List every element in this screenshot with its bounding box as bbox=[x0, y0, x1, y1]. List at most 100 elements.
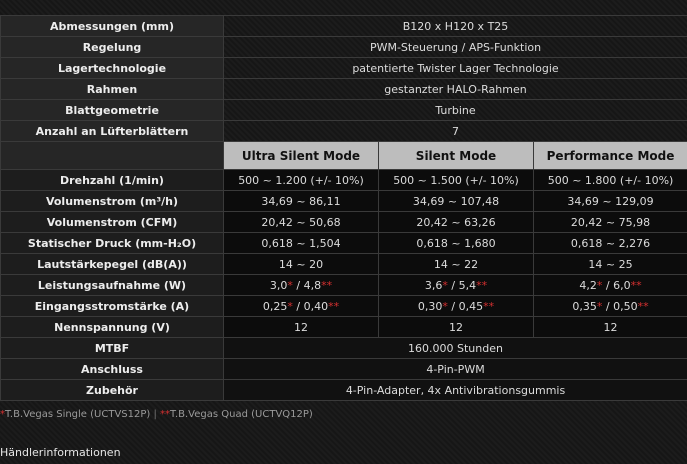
cell-silent: 0,30* / 0,45** bbox=[378, 295, 534, 317]
row-label: Eingangsstromstärke (A) bbox=[0, 295, 224, 317]
spec-row: Volumenstrom (m³/h) 34,69 ~ 86,11 34,69 … bbox=[0, 190, 687, 212]
value-quad: 0,45 bbox=[458, 299, 484, 313]
spec-row: Drehzahl (1/min) 500 ~ 1.200 (+/- 10%) 5… bbox=[0, 169, 687, 191]
row-label: Regelung bbox=[0, 36, 224, 58]
row-label: Lagertechnologie bbox=[0, 57, 224, 79]
mode-header-ultra-silent: Ultra Silent Mode bbox=[223, 141, 379, 170]
row-label: Leistungsaufnahme (W) bbox=[0, 274, 224, 296]
row-label: Lautstärkepegel (dB(A)) bbox=[0, 253, 224, 275]
spec-row: Regelung PWM-Steuerung / APS-Funktion bbox=[0, 36, 687, 58]
row-label: Volumenstrom (CFM) bbox=[0, 211, 224, 233]
double-mark: ** bbox=[637, 299, 649, 313]
row-label: Rahmen bbox=[0, 78, 224, 100]
spec-row: Anzahl an Lüfterblättern 7 bbox=[0, 120, 687, 142]
spec-row: MTBF 160.000 Stunden bbox=[0, 337, 687, 359]
spec-row: Blattgeometrie Turbine bbox=[0, 99, 687, 121]
cell-ultra-silent: 14 ~ 20 bbox=[223, 253, 379, 275]
cell-performance: 20,42 ~ 75,98 bbox=[532, 211, 687, 233]
row-label: Drehzahl (1/min) bbox=[0, 169, 224, 191]
cell-silent: 14 ~ 22 bbox=[378, 253, 534, 275]
row-label: Volumenstrom (m³/h) bbox=[0, 190, 224, 212]
cell-performance: 0,35* / 0,50** bbox=[532, 295, 687, 317]
double-mark: ** bbox=[328, 299, 340, 313]
double-mark: ** bbox=[630, 278, 642, 292]
double-mark: ** bbox=[321, 278, 333, 292]
dealer-info-heading[interactable]: Händlerinformationen bbox=[0, 446, 121, 459]
row-value: 7 bbox=[222, 120, 687, 142]
cell-ultra-silent: 34,69 ~ 86,11 bbox=[223, 190, 379, 212]
cell-ultra-silent: 3,0* / 4,8** bbox=[223, 274, 379, 296]
separator: / bbox=[447, 278, 459, 292]
header-blank-cell bbox=[0, 141, 224, 170]
cell-silent: 12 bbox=[378, 316, 534, 338]
cell-silent: 0,618 ~ 1,680 bbox=[378, 232, 534, 254]
footnote-quad: T.B.Vegas Quad (UCTVQ12P) bbox=[170, 409, 313, 420]
cell-ultra-silent: 20,42 ~ 50,68 bbox=[223, 211, 379, 233]
value-single: 0,30 bbox=[417, 299, 443, 313]
cell-silent: 3,6* / 5,4** bbox=[378, 274, 534, 296]
row-label: Blattgeometrie bbox=[0, 99, 224, 121]
row-label: Nennspannung (V) bbox=[0, 316, 224, 338]
spec-row: Nennspannung (V) 12 12 12 bbox=[0, 316, 687, 338]
value-quad: 0,40 bbox=[303, 299, 329, 313]
value-quad: 0,50 bbox=[613, 299, 638, 313]
value-single: 3,0 bbox=[269, 278, 288, 292]
value-quad: 4,8 bbox=[303, 278, 322, 292]
separator: / bbox=[292, 299, 304, 313]
cell-performance: 14 ~ 25 bbox=[532, 253, 687, 275]
row-label: Anschluss bbox=[0, 358, 224, 380]
row-label: Abmessungen (mm) bbox=[0, 15, 224, 37]
cell-silent: 20,42 ~ 63,26 bbox=[378, 211, 534, 233]
row-value: 4-Pin-Adapter, 4x Antivibrationsgummis bbox=[222, 379, 687, 401]
spec-row: Volumenstrom (CFM) 20,42 ~ 50,68 20,42 ~… bbox=[0, 211, 687, 233]
footnote-divider: | bbox=[150, 409, 161, 420]
row-value: Turbine bbox=[222, 99, 687, 121]
spec-row: Rahmen gestanzter HALO-Rahmen bbox=[0, 78, 687, 100]
spec-row: Lagertechnologie patentierte Twister Lag… bbox=[0, 57, 687, 79]
value-single: 4,2 bbox=[579, 278, 597, 292]
cell-performance: 12 bbox=[532, 316, 687, 338]
double-mark: ** bbox=[160, 409, 171, 420]
cell-ultra-silent: 12 bbox=[223, 316, 379, 338]
cell-ultra-silent: 500 ~ 1.200 (+/- 10%) bbox=[223, 169, 379, 191]
cell-silent: 500 ~ 1.500 (+/- 10%) bbox=[378, 169, 534, 191]
separator: / bbox=[447, 299, 459, 313]
value-quad: 5,4 bbox=[458, 278, 477, 292]
double-mark: ** bbox=[476, 278, 488, 292]
mode-header-performance: Performance Mode bbox=[532, 141, 687, 170]
cell-performance: 500 ~ 1.800 (+/- 10%) bbox=[532, 169, 687, 191]
row-label: Statischer Druck (mm-H₂O) bbox=[0, 232, 224, 254]
row-value: gestanzter HALO-Rahmen bbox=[222, 78, 687, 100]
mode-header-silent: Silent Mode bbox=[378, 141, 534, 170]
spec-table: Abmessungen (mm) B120 x H120 x T25 Regel… bbox=[0, 15, 687, 401]
spec-row: Abmessungen (mm) B120 x H120 x T25 bbox=[0, 15, 687, 37]
cell-performance: 4,2* / 6,0** bbox=[532, 274, 687, 296]
row-label: MTBF bbox=[0, 337, 224, 359]
footnote-single: T.B.Vegas Single (UCTVS12P) bbox=[5, 409, 151, 420]
spec-row: Leistungsaufnahme (W) 3,0* / 4,8** 3,6* … bbox=[0, 274, 687, 296]
spec-row: Eingangsstromstärke (A) 0,25* / 0,40** 0… bbox=[0, 295, 687, 317]
cell-ultra-silent: 0,618 ~ 1,504 bbox=[223, 232, 379, 254]
value-single: 3,6 bbox=[424, 278, 443, 292]
cell-performance: 34,69 ~ 129,09 bbox=[532, 190, 687, 212]
cell-ultra-silent: 0,25* / 0,40** bbox=[223, 295, 379, 317]
value-quad: 6,0 bbox=[613, 278, 631, 292]
footnote: *T.B.Vegas Single (UCTVS12P) | **T.B.Veg… bbox=[0, 409, 313, 420]
separator: / bbox=[292, 278, 304, 292]
spec-row: Anschluss 4-Pin-PWM bbox=[0, 358, 687, 380]
value-single: 0,25 bbox=[262, 299, 288, 313]
spec-row: Zubehör 4-Pin-Adapter, 4x Antivibrations… bbox=[0, 379, 687, 401]
row-value: patentierte Twister Lager Technologie bbox=[222, 57, 687, 79]
double-mark: ** bbox=[483, 299, 495, 313]
row-value: PWM-Steuerung / APS-Funktion bbox=[222, 36, 687, 58]
cell-silent: 34,69 ~ 107,48 bbox=[378, 190, 534, 212]
row-label: Anzahl an Lüfterblättern bbox=[0, 120, 224, 142]
row-label: Zubehör bbox=[0, 379, 224, 401]
separator: / bbox=[602, 278, 614, 292]
row-value: B120 x H120 x T25 bbox=[222, 15, 687, 37]
row-value: 160.000 Stunden bbox=[222, 337, 687, 359]
spec-row: Statischer Druck (mm-H₂O) 0,618 ~ 1,504 … bbox=[0, 232, 687, 254]
row-value: 4-Pin-PWM bbox=[222, 358, 687, 380]
mode-header-row: Ultra Silent Mode Silent Mode Performanc… bbox=[0, 141, 687, 170]
separator: / bbox=[602, 299, 614, 313]
